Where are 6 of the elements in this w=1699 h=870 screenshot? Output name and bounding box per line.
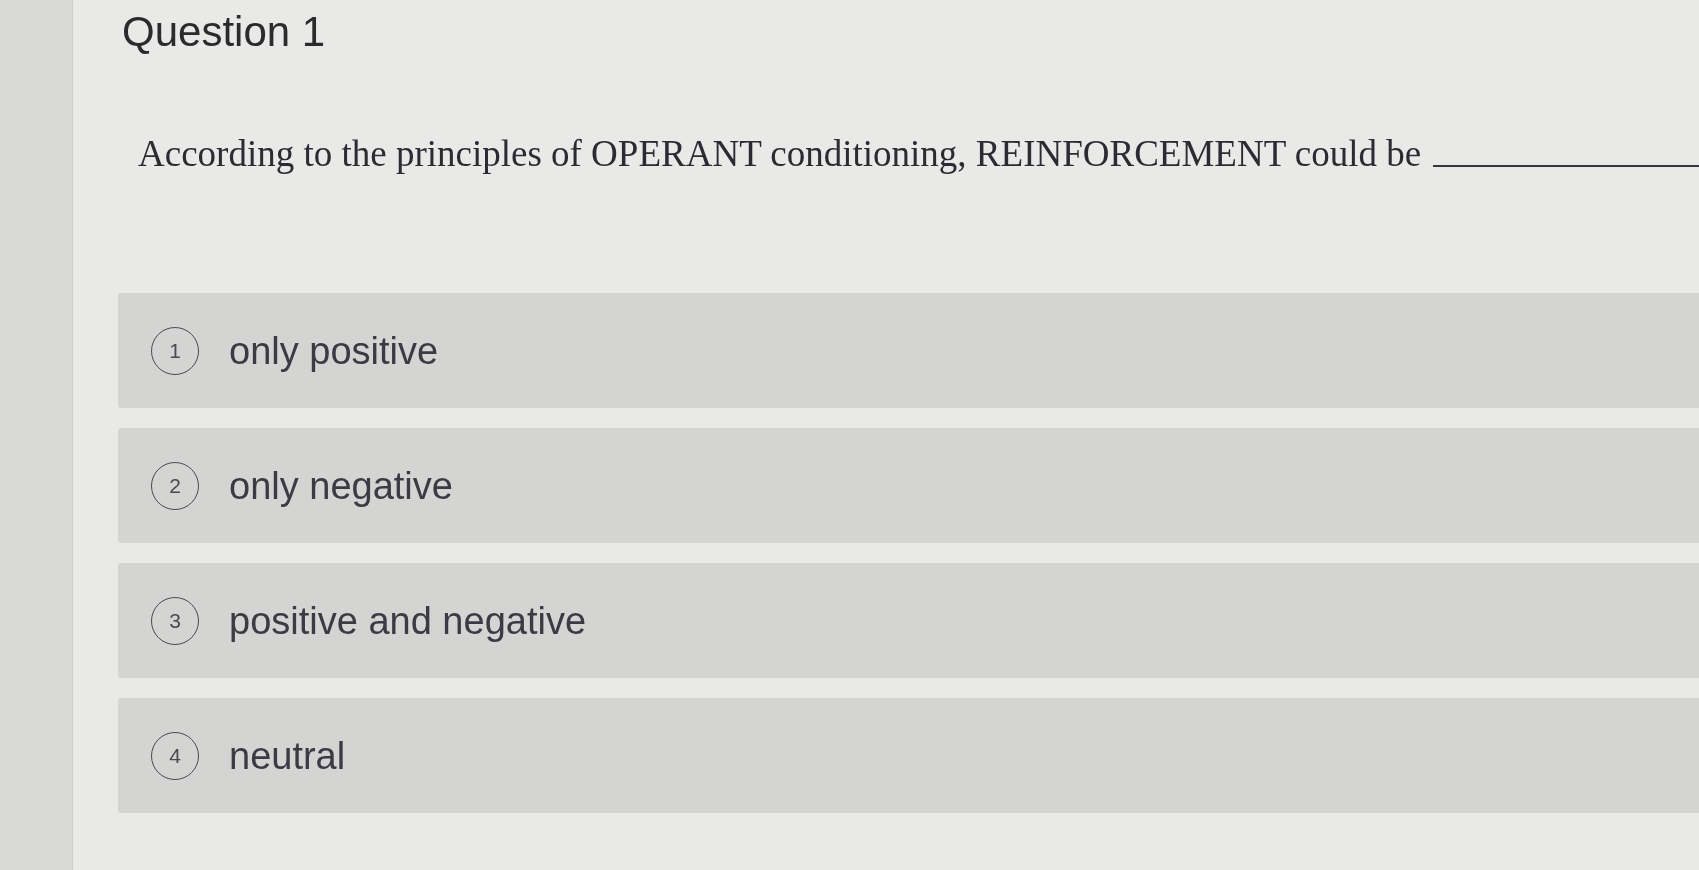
- answer-option[interactable]: 2 only negative: [118, 428, 1699, 543]
- question-text: According to the principles of OPERANT conditioning, REINFORCEMENT could be: [138, 135, 1422, 172]
- answer-option[interactable]: 3 positive and negative: [118, 563, 1699, 678]
- answer-option[interactable]: 4 neutral: [118, 698, 1699, 813]
- answer-option[interactable]: 1 only positive: [118, 293, 1699, 408]
- question-title: Question 1: [122, 11, 326, 53]
